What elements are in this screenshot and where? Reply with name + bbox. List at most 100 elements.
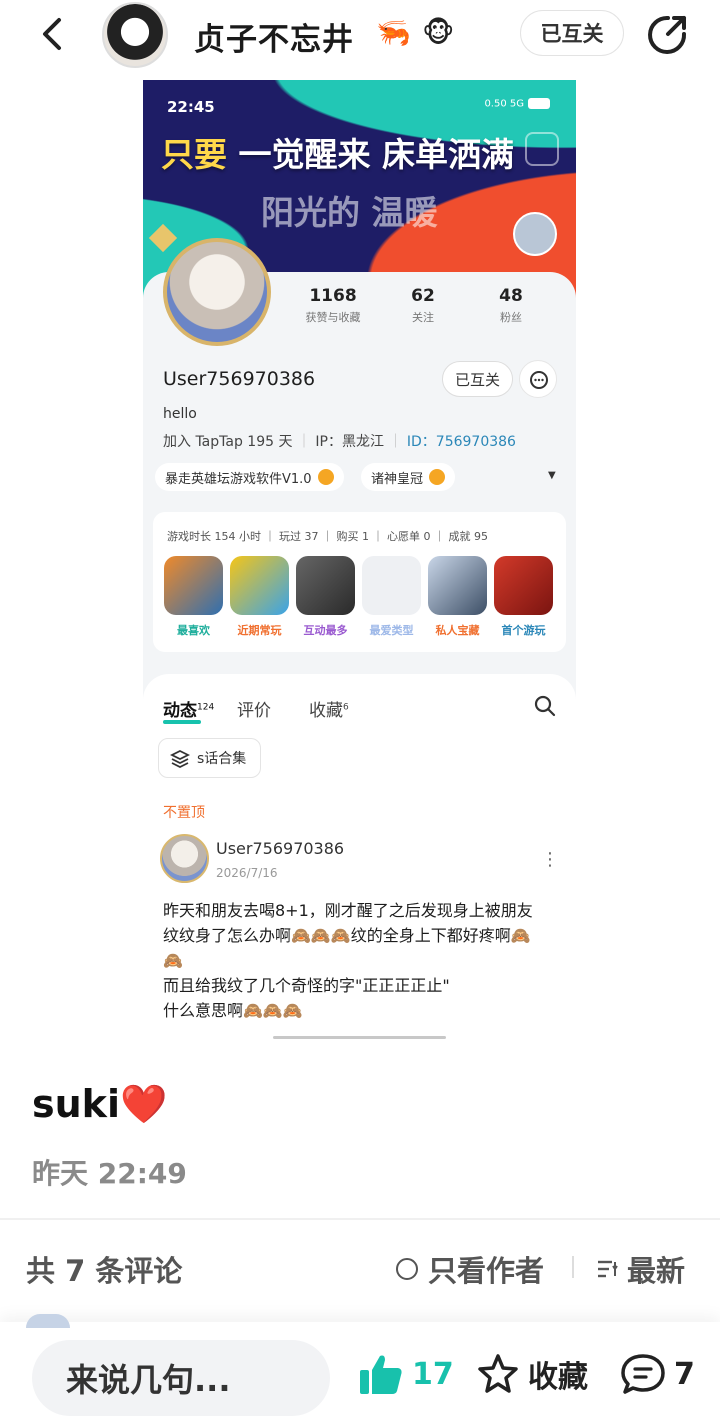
chip-badge-icon bbox=[429, 469, 446, 485]
game-icon-treasure bbox=[428, 556, 487, 615]
like-count: 17 bbox=[412, 1356, 454, 1392]
like-button[interactable]: 17 bbox=[358, 1352, 454, 1396]
game-chip: 暴走英雄坛游戏软件V1.0 bbox=[155, 463, 344, 491]
author-name[interactable]: 贞子不忘井 bbox=[194, 14, 354, 59]
stat-likes-value: 1168 bbox=[309, 286, 357, 306]
divider bbox=[0, 1218, 720, 1220]
game-icon-interactive bbox=[296, 556, 355, 615]
join-days: 加入 TapTap 195 天 bbox=[163, 434, 293, 450]
game-icon-first bbox=[494, 556, 553, 615]
tab-label: 动态 bbox=[163, 701, 197, 721]
game-label: 最喜欢 bbox=[177, 624, 210, 637]
post-author-name: User756970386 bbox=[216, 839, 345, 858]
comment-input[interactable]: 来说几句... bbox=[32, 1340, 330, 1416]
status-net: 0.50 5G bbox=[484, 98, 524, 110]
banner-lyric-part-b: 一觉醒来 床单洒满 bbox=[227, 135, 514, 174]
banner-lyric-line1: 只要 一觉醒来 床单洒满 bbox=[161, 128, 514, 176]
game-icon-recent bbox=[230, 556, 289, 615]
user-id-label: ID： bbox=[406, 434, 436, 450]
game-icon-favorite bbox=[164, 556, 223, 615]
gamepad-placeholder-icon bbox=[362, 556, 421, 615]
post-text: 昨天和朋友去喝8+1，刚才醒了之后发现身上被朋友 纹纹身了怎么办啊🙈🙈🙈纹的全身… bbox=[163, 898, 558, 1023]
game-chip: 诸神皇冠 bbox=[361, 463, 456, 491]
heart-emoji: ❤️ bbox=[119, 1082, 168, 1126]
author-avatar[interactable] bbox=[102, 2, 168, 68]
only-author-label: 只看作者 bbox=[428, 1254, 545, 1288]
share-icon[interactable] bbox=[644, 12, 690, 58]
post-date: 2026/7/16 bbox=[216, 866, 278, 880]
tab-reviews: 评价 bbox=[237, 696, 271, 721]
status-indicators: 0.50 5G bbox=[484, 98, 550, 110]
collection-label: s话合集 bbox=[197, 751, 247, 767]
chip-badge-icon bbox=[317, 469, 334, 485]
back-arrow-icon[interactable] bbox=[34, 14, 74, 54]
tab-favorites: 收藏6 bbox=[309, 696, 349, 721]
feed-card: 动态124 评价 收藏6 s话合集 不置顶 User756970386 2026… bbox=[143, 674, 576, 1042]
caption-text: suki bbox=[32, 1082, 120, 1126]
profile-meta: 加入 TapTap 195 天 ｜ IP：黑龙江 ｜ ID：756970386 bbox=[163, 434, 516, 450]
favorite-button[interactable]: 收藏 bbox=[476, 1352, 588, 1396]
stat-following-label: 关注 bbox=[412, 311, 434, 324]
sort-label: 最新 bbox=[627, 1254, 686, 1288]
banner-lyric-part-a: 只要 bbox=[161, 135, 227, 174]
tab-count: 6 bbox=[343, 702, 349, 713]
battery-icon bbox=[528, 98, 550, 109]
star-icon bbox=[478, 1354, 518, 1393]
layers-icon bbox=[170, 749, 190, 769]
pinned-label: 不置顶 bbox=[163, 805, 205, 821]
favorite-label: 收藏 bbox=[528, 1360, 588, 1395]
post-line: 而且给我纹了几个奇怪的字"正正正正止" bbox=[163, 976, 450, 995]
post-detail-page: 贞子不忘井 🦐 🐵 已互关 22:45 0.50 5G 只要 一觉醒来 床单洒满… bbox=[0, 0, 720, 1421]
message-icon bbox=[519, 360, 557, 398]
level-badge-icon bbox=[513, 212, 557, 256]
comment-button[interactable]: 7 bbox=[620, 1352, 695, 1396]
banner-lyric-line2: 阳光的 温暖 bbox=[261, 193, 438, 232]
post-line: 昨天和朋友去喝8+1，刚才醒了之后发现身上被朋友 bbox=[163, 901, 533, 920]
stat-likes: 1168 获赞与收藏 bbox=[301, 286, 365, 325]
sort-newest-button[interactable]: 最新 bbox=[595, 1248, 685, 1290]
collection-chip: s话合集 bbox=[158, 738, 261, 778]
radio-circle-icon bbox=[396, 1258, 418, 1280]
profile-avatar bbox=[163, 238, 271, 346]
thumbs-up-icon bbox=[360, 1355, 402, 1394]
game-chip-label: 暴走英雄坛游戏软件V1.0 bbox=[165, 471, 312, 487]
ip-location: IP：黑龙江 bbox=[315, 434, 384, 450]
only-author-toggle[interactable]: 只看作者 bbox=[396, 1248, 544, 1290]
comment-avatar-peek bbox=[26, 1314, 70, 1328]
stat-followers: 48 粉丝 bbox=[486, 286, 536, 325]
comment-bubble-icon bbox=[621, 1354, 665, 1394]
tab-label: 收藏 bbox=[309, 701, 343, 721]
status-time: 22:45 bbox=[167, 98, 215, 116]
game-label: 近期常玩 bbox=[237, 624, 282, 637]
game-chip-label: 诸神皇冠 bbox=[371, 471, 424, 487]
post-timestamp: 昨天 22:49 bbox=[32, 1157, 187, 1190]
profile-username: User756970386 bbox=[163, 368, 316, 390]
monkey-emoji: 🐵 bbox=[422, 16, 455, 49]
more-options-icon: ⋮ bbox=[541, 849, 559, 870]
post-line: 纹纹身了怎么办啊🙈🙈🙈纹的全身上下都好疼啊🙈 bbox=[163, 926, 531, 945]
copy-icon bbox=[525, 132, 559, 166]
games-card: 游戏时长 154 小时 ｜ 玩过 37 ｜ 购买 1 ｜ 心愿单 0 ｜ 成就 … bbox=[153, 512, 566, 652]
user-id: 756970386 bbox=[435, 434, 516, 450]
comment-count-bottom: 7 bbox=[674, 1356, 695, 1392]
stat-following-value: 62 bbox=[411, 286, 435, 306]
post-image[interactable]: 22:45 0.50 5G 只要 一觉醒来 床单洒满 阳光的 温暖 1168 获… bbox=[143, 80, 576, 1042]
sort-icon bbox=[598, 1260, 618, 1278]
scroll-indicator bbox=[273, 1036, 446, 1039]
separator bbox=[572, 1256, 574, 1278]
search-icon bbox=[534, 695, 556, 717]
stat-followers-label: 粉丝 bbox=[500, 311, 522, 324]
post-caption: suki❤️ bbox=[32, 1082, 167, 1127]
game-stats: 游戏时长 154 小时 ｜ 玩过 37 ｜ 购买 1 ｜ 心愿单 0 ｜ 成就 … bbox=[167, 530, 488, 543]
active-tab-indicator bbox=[163, 720, 201, 724]
comment-count: 共 7 条评论 bbox=[26, 1254, 183, 1288]
tab-moments: 动态124 bbox=[163, 696, 214, 721]
game-label: 互动最多 bbox=[303, 624, 348, 637]
profile-mutual-button: 已互关 bbox=[442, 361, 513, 397]
game-label: 首个游玩 bbox=[501, 624, 546, 637]
follow-status-button[interactable]: 已互关 bbox=[520, 10, 624, 56]
post-line: 🙈 bbox=[163, 951, 183, 970]
game-label: 最爱类型 bbox=[369, 624, 414, 637]
top-bar: 贞子不忘井 🦐 🐵 已互关 bbox=[0, 0, 720, 72]
expand-arrow-icon: ▼ bbox=[548, 470, 556, 481]
